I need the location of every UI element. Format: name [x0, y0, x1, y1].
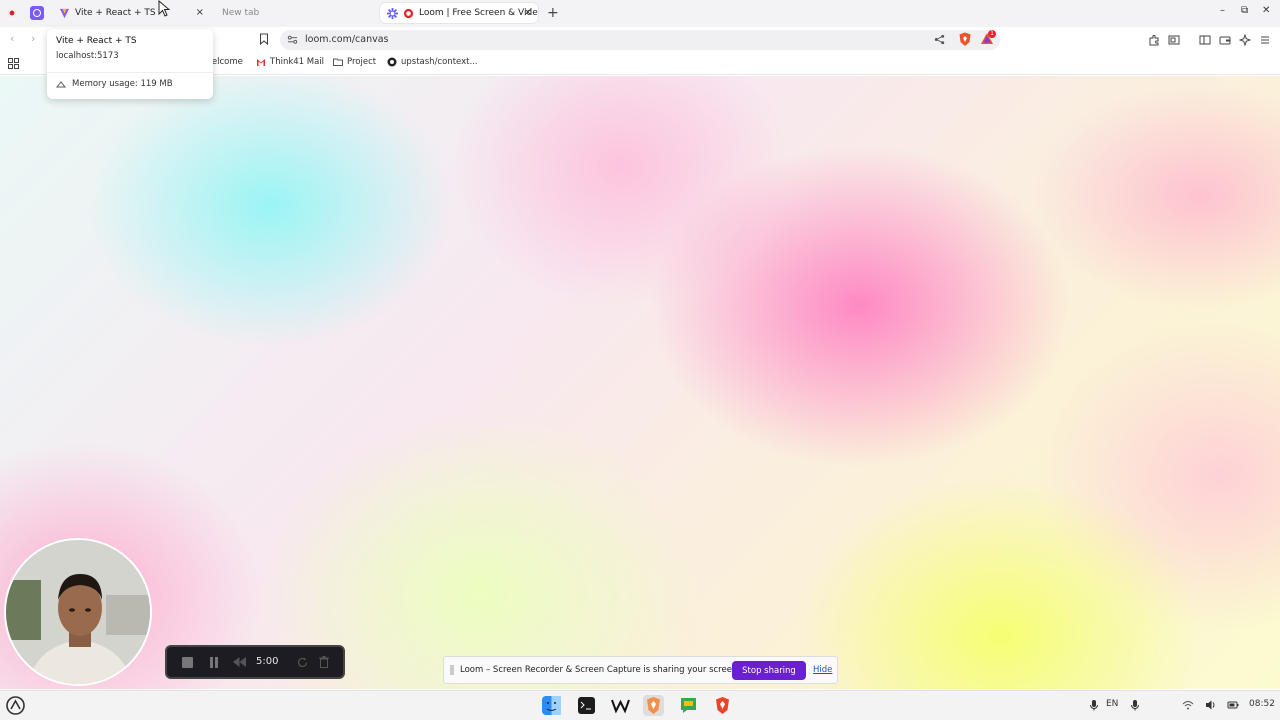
tab-loom[interactable]: Loom | Free Screen & Video Recording Sof… [380, 3, 538, 23]
hover-card-url: localhost:5173 [56, 51, 119, 61]
leo-ai-icon[interactable] [1239, 34, 1251, 46]
url-text: loom.com/canvas [305, 34, 389, 45]
mouse-cursor-icon [158, 0, 170, 17]
rewind-button[interactable] [233, 657, 246, 667]
gmail-icon [257, 59, 265, 66]
screen-sharing-bar: Loom – Screen Recorder & Screen Capture … [443, 656, 838, 684]
menu-icon[interactable] [1259, 34, 1271, 46]
tab-label: Loom | Free Screen & Video Recording Sof… [419, 8, 538, 18]
finder-icon[interactable] [541, 695, 562, 716]
tab-new-tab[interactable]: New tab [215, 3, 375, 23]
tab-vite-react[interactable]: Vite + React + TS × [52, 3, 210, 23]
microphone-icon[interactable] [1088, 699, 1100, 711]
tab-hover-card: Vite + React + TS localhost:5173 Memory … [47, 29, 213, 99]
taskbar: EN 08:52 [0, 690, 1280, 720]
brave-shields-icon[interactable] [958, 32, 972, 47]
github-icon [387, 57, 397, 67]
recording-timer: 5:00 [256, 656, 279, 667]
bookmark-think41-mail[interactable]: Think41 Mail [256, 57, 324, 67]
extensions-icon[interactable] [1148, 34, 1160, 46]
maximize-button[interactable]: ⧉ [1241, 5, 1248, 16]
memory-usage-text: Memory usage: 119 MB [72, 79, 173, 89]
w-app-icon[interactable] [610, 695, 631, 716]
stop-sharing-button[interactable]: Stop sharing [732, 661, 806, 680]
pinned-tab-recorder[interactable] [5, 6, 19, 20]
bookmark-label: Think41 Mail [270, 57, 325, 67]
delete-icon[interactable] [319, 656, 329, 668]
battery-icon[interactable] [1227, 699, 1239, 711]
bookmark-label: upstash/context... [401, 57, 478, 67]
brave-rewards-icon[interactable]: 1 [980, 30, 996, 46]
recording-indicator-icon [403, 8, 414, 18]
volume-icon[interactable] [1205, 699, 1217, 711]
bookmark-upstash-context[interactable]: upstash/context... [387, 57, 478, 67]
hover-card-divider [47, 72, 213, 73]
close-window-button[interactable]: ✕ [1262, 5, 1270, 16]
presenter-video [6, 540, 150, 684]
microphone-input-icon[interactable] [1129, 699, 1141, 711]
stop-recording-button[interactable] [182, 657, 193, 668]
app-launcher-icon[interactable] [6, 696, 25, 715]
apps-grid-icon[interactable] [8, 58, 19, 69]
tab-search-icon[interactable] [1168, 34, 1180, 46]
wifi-icon[interactable] [1182, 699, 1194, 711]
tab-label: Vite + React + TS [75, 8, 156, 18]
pinned-tab-app[interactable] [30, 6, 44, 20]
terminal-icon[interactable] [576, 695, 597, 716]
vite-icon [59, 8, 70, 18]
back-button[interactable]: ‹ [10, 32, 14, 45]
tab-label: New tab [222, 8, 260, 18]
tab-strip: Vite + React + TS × New tab Loom | Free … [0, 0, 1280, 27]
wallet-icon[interactable] [1219, 34, 1231, 46]
rewards-badge: 1 [988, 30, 996, 38]
bookmark-project[interactable]: Project [333, 57, 376, 67]
hover-card-title: Vite + React + TS [56, 36, 137, 46]
loom-icon [387, 7, 398, 19]
restart-icon[interactable] [297, 657, 308, 668]
forward-button[interactable]: › [31, 32, 35, 45]
hide-sharing-bar-link[interactable]: Hide [813, 665, 832, 675]
clock: 08:52 [1249, 699, 1275, 709]
sidebar-icon[interactable] [1199, 34, 1211, 46]
hover-card-memory: Memory usage: 119 MB [56, 79, 173, 89]
site-settings-icon[interactable] [287, 34, 298, 45]
tab-close-button[interactable]: × [524, 6, 532, 20]
brave-browser-icon[interactable] [643, 695, 664, 716]
loom-recording-controls: 5:00 [165, 645, 345, 679]
bookmark-label: Project [347, 57, 377, 67]
address-bar[interactable]: loom.com/canvas 1 [280, 30, 1000, 50]
pause-button[interactable] [209, 657, 219, 668]
webcam-bubble[interactable] [4, 538, 152, 686]
loom-canvas [0, 76, 1280, 689]
tab-close-button[interactable]: × [196, 6, 204, 20]
sharing-message: Loom – Screen Recorder & Screen Capture … [460, 665, 741, 675]
folder-icon [333, 58, 343, 66]
drag-handle-icon[interactable] [450, 665, 454, 675]
memory-icon [56, 80, 66, 87]
new-tab-button[interactable]: + [547, 5, 559, 21]
brave-icon[interactable] [712, 695, 733, 716]
bookmark-icon[interactable] [259, 33, 269, 45]
share-icon[interactable] [934, 34, 945, 45]
messages-app-icon[interactable] [678, 695, 699, 716]
minimize-button[interactable]: – [1220, 5, 1225, 16]
keyboard-language[interactable]: EN [1106, 699, 1118, 709]
